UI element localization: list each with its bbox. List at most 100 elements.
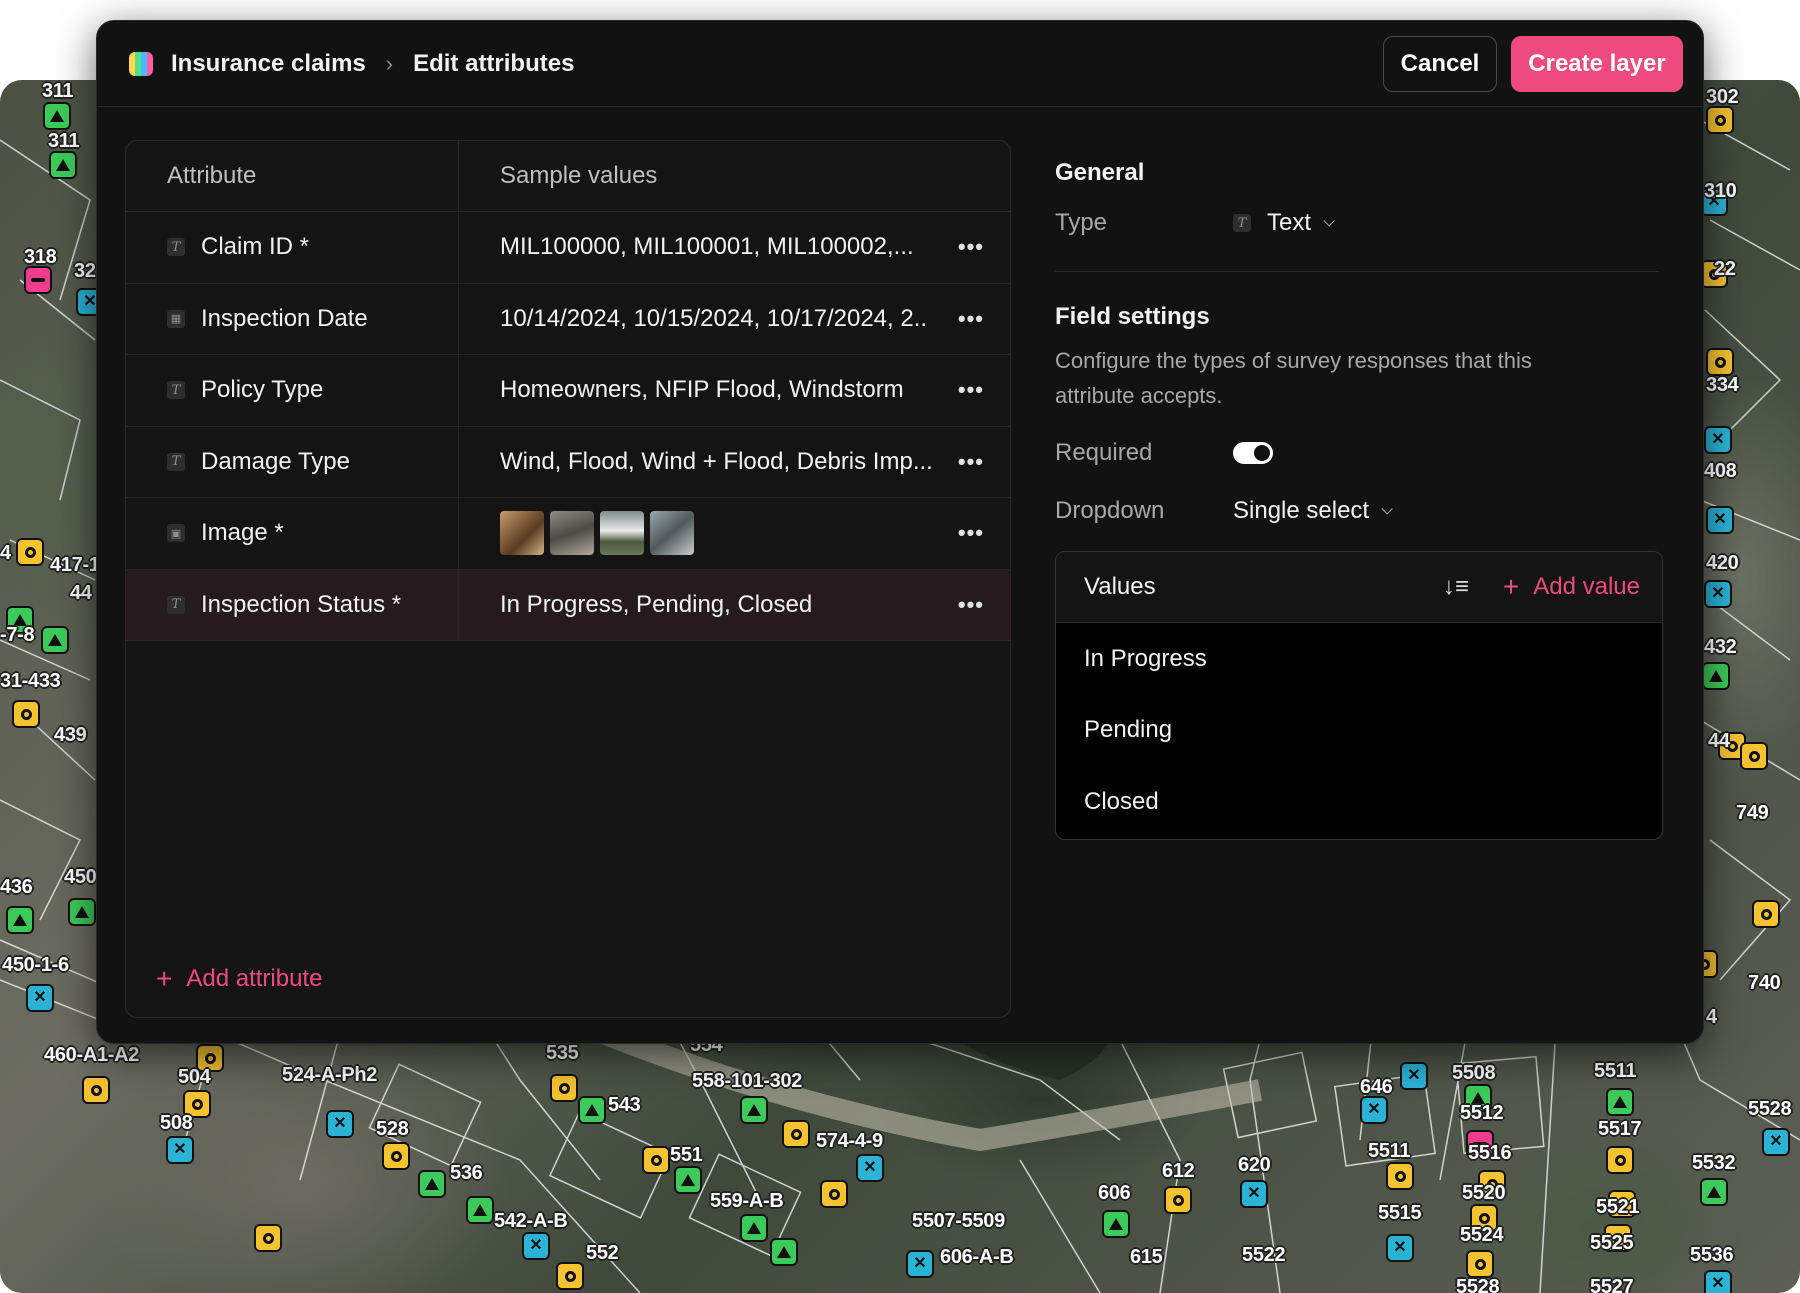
add-attribute-button[interactable]: + Add attribute xyxy=(156,963,322,995)
table-row[interactable]: T Policy Type Homeowners, NFIP Flood, Win… xyxy=(126,355,1010,427)
map-label: 646 xyxy=(1360,1076,1393,1098)
value-item[interactable]: Pending xyxy=(1056,694,1662,765)
breadcrumb-root[interactable]: Insurance claims xyxy=(171,50,366,78)
map-pin-green[interactable] xyxy=(740,1096,768,1124)
table-row[interactable]: T Damage Type Wind, Flood, Wind + Flood, … xyxy=(126,426,1010,498)
sample-image-thumbnail[interactable] xyxy=(550,511,594,556)
general-section-title: General xyxy=(1055,159,1145,186)
cancel-button[interactable]: Cancel xyxy=(1383,35,1497,92)
map-pin-blue[interactable]: ✕ xyxy=(856,1154,884,1182)
dropdown-select[interactable]: Single select xyxy=(1233,497,1393,525)
sample-image-thumbnail[interactable] xyxy=(650,511,694,556)
map-pin-green[interactable] xyxy=(740,1214,768,1242)
more-options-icon[interactable]: ••• xyxy=(958,449,984,475)
type-select[interactable]: T Text xyxy=(1233,209,1335,237)
map-pin-yellow[interactable] xyxy=(642,1146,670,1174)
map-pin-yellow[interactable] xyxy=(556,1262,584,1290)
map-pin-green[interactable] xyxy=(674,1166,702,1194)
map-pin-blue[interactable]: ✕ xyxy=(1704,1270,1732,1293)
text-type-icon: T xyxy=(167,595,185,614)
value-item[interactable]: Closed xyxy=(1056,765,1662,839)
map-pin-yellow[interactable] xyxy=(820,1180,848,1208)
map-label: 5520 xyxy=(1462,1182,1506,1204)
map-pin-yellow[interactable] xyxy=(1706,106,1734,134)
map-label: 417-1 xyxy=(50,554,100,576)
map-pin-blue[interactable]: ✕ xyxy=(166,1136,194,1164)
table-row[interactable]: T Claim ID * MIL100000, MIL100001, MIL100… xyxy=(126,212,1010,284)
sample-image-thumbnail[interactable] xyxy=(600,511,644,556)
map-pin-green[interactable] xyxy=(43,102,71,130)
table-row-selected[interactable]: T Inspection Status * In Progress, Pendin… xyxy=(126,569,1010,641)
map-label: 5517 xyxy=(1598,1118,1642,1140)
map-label: 749 xyxy=(1736,802,1769,824)
map-pin-green[interactable] xyxy=(1700,1178,1728,1206)
more-options-icon[interactable]: ••• xyxy=(958,306,984,332)
sort-icon[interactable]: ↓≡ xyxy=(1443,573,1469,601)
map-pin-green[interactable] xyxy=(1102,1210,1130,1238)
map-label: -7-8 xyxy=(0,624,35,646)
map-pin-blue[interactable]: ✕ xyxy=(1386,1234,1414,1262)
text-type-icon: T xyxy=(167,381,185,400)
field-settings-title: Field settings xyxy=(1055,303,1210,330)
map-pin-blue[interactable]: ✕ xyxy=(1400,1062,1428,1090)
map-pin-yellow[interactable] xyxy=(254,1224,282,1252)
map-pin-yellow[interactable] xyxy=(782,1120,810,1148)
map-pin-blue[interactable]: ✕ xyxy=(522,1232,550,1260)
map-label: 5516 xyxy=(1468,1142,1512,1164)
map-pin-yellow[interactable] xyxy=(1466,1250,1494,1278)
plus-icon: + xyxy=(156,963,173,994)
map-pin-yellow[interactable] xyxy=(1740,742,1768,770)
map-pin-blue[interactable]: ✕ xyxy=(26,984,54,1012)
more-options-icon[interactable]: ••• xyxy=(958,377,984,403)
map-label: 543 xyxy=(608,1094,641,1116)
map-pin-pink[interactable] xyxy=(24,266,52,294)
map-pin-green[interactable] xyxy=(770,1238,798,1266)
map-pin-green[interactable] xyxy=(68,898,96,926)
map-pin-blue[interactable]: ✕ xyxy=(1762,1128,1790,1156)
map-pin-blue[interactable]: ✕ xyxy=(1704,580,1732,608)
map-pin-green[interactable] xyxy=(41,626,69,654)
field-settings-description: Configure the types of survey responses … xyxy=(1055,348,1532,408)
table-row[interactable]: ▣ Image * ••• xyxy=(126,498,1010,570)
map-pin-yellow[interactable] xyxy=(1606,1146,1634,1174)
map-pin-yellow[interactable] xyxy=(12,700,40,728)
map-pin-green[interactable] xyxy=(6,906,34,934)
column-header-attribute: Attribute xyxy=(126,141,459,211)
map-pin-green[interactable] xyxy=(418,1170,446,1198)
edit-attributes-dialog: Insurance claims › Edit attributes Cance… xyxy=(96,20,1704,1044)
map-pin-green[interactable] xyxy=(466,1196,494,1224)
map-pin-blue[interactable]: ✕ xyxy=(906,1250,934,1278)
table-row[interactable]: ▦ Inspection Date 10/14/2024, 10/15/2024,… xyxy=(126,283,1010,355)
map-pin-green[interactable] xyxy=(578,1096,606,1124)
map-label: 620 xyxy=(1238,1154,1271,1176)
more-options-icon[interactable]: ••• xyxy=(958,520,984,546)
map-pin-yellow[interactable] xyxy=(82,1076,110,1104)
map-label: 5524 xyxy=(1460,1224,1504,1246)
map-pin-yellow[interactable] xyxy=(1164,1186,1192,1214)
more-options-icon[interactable]: ••• xyxy=(958,234,984,260)
map-label: 5515 xyxy=(1378,1202,1422,1224)
map-pin-yellow[interactable] xyxy=(1752,900,1780,928)
map-pin-blue[interactable]: ✕ xyxy=(326,1110,354,1138)
map-pin-blue[interactable]: ✕ xyxy=(1240,1180,1268,1208)
map-pin-blue[interactable]: ✕ xyxy=(1360,1096,1388,1124)
map-pin-green[interactable] xyxy=(1606,1088,1634,1116)
values-header: Values ↓≡ + Add value xyxy=(1056,552,1662,623)
required-toggle[interactable] xyxy=(1233,442,1273,464)
sample-image-thumbnail[interactable] xyxy=(500,511,544,556)
map-pin-yellow[interactable] xyxy=(1386,1162,1414,1190)
add-value-button[interactable]: + Add value xyxy=(1503,571,1640,603)
value-item[interactable]: In Progress xyxy=(1056,623,1662,694)
map-pin-yellow[interactable] xyxy=(1706,348,1734,376)
map-pin-green[interactable] xyxy=(49,151,77,179)
map-pin-yellow[interactable] xyxy=(16,538,44,566)
more-options-icon[interactable]: ••• xyxy=(958,592,984,618)
map-pin-yellow[interactable] xyxy=(382,1142,410,1170)
map-label: 606-A-B xyxy=(940,1246,1014,1268)
create-layer-button[interactable]: Create layer xyxy=(1511,35,1683,92)
map-pin-blue[interactable]: ✕ xyxy=(1704,426,1732,454)
map-pin-yellow[interactable] xyxy=(550,1074,578,1102)
map-pin-green[interactable] xyxy=(1702,662,1730,690)
map-pin-blue[interactable]: ✕ xyxy=(1706,506,1734,534)
dropdown-setting: Dropdown Single select xyxy=(1055,497,1659,525)
